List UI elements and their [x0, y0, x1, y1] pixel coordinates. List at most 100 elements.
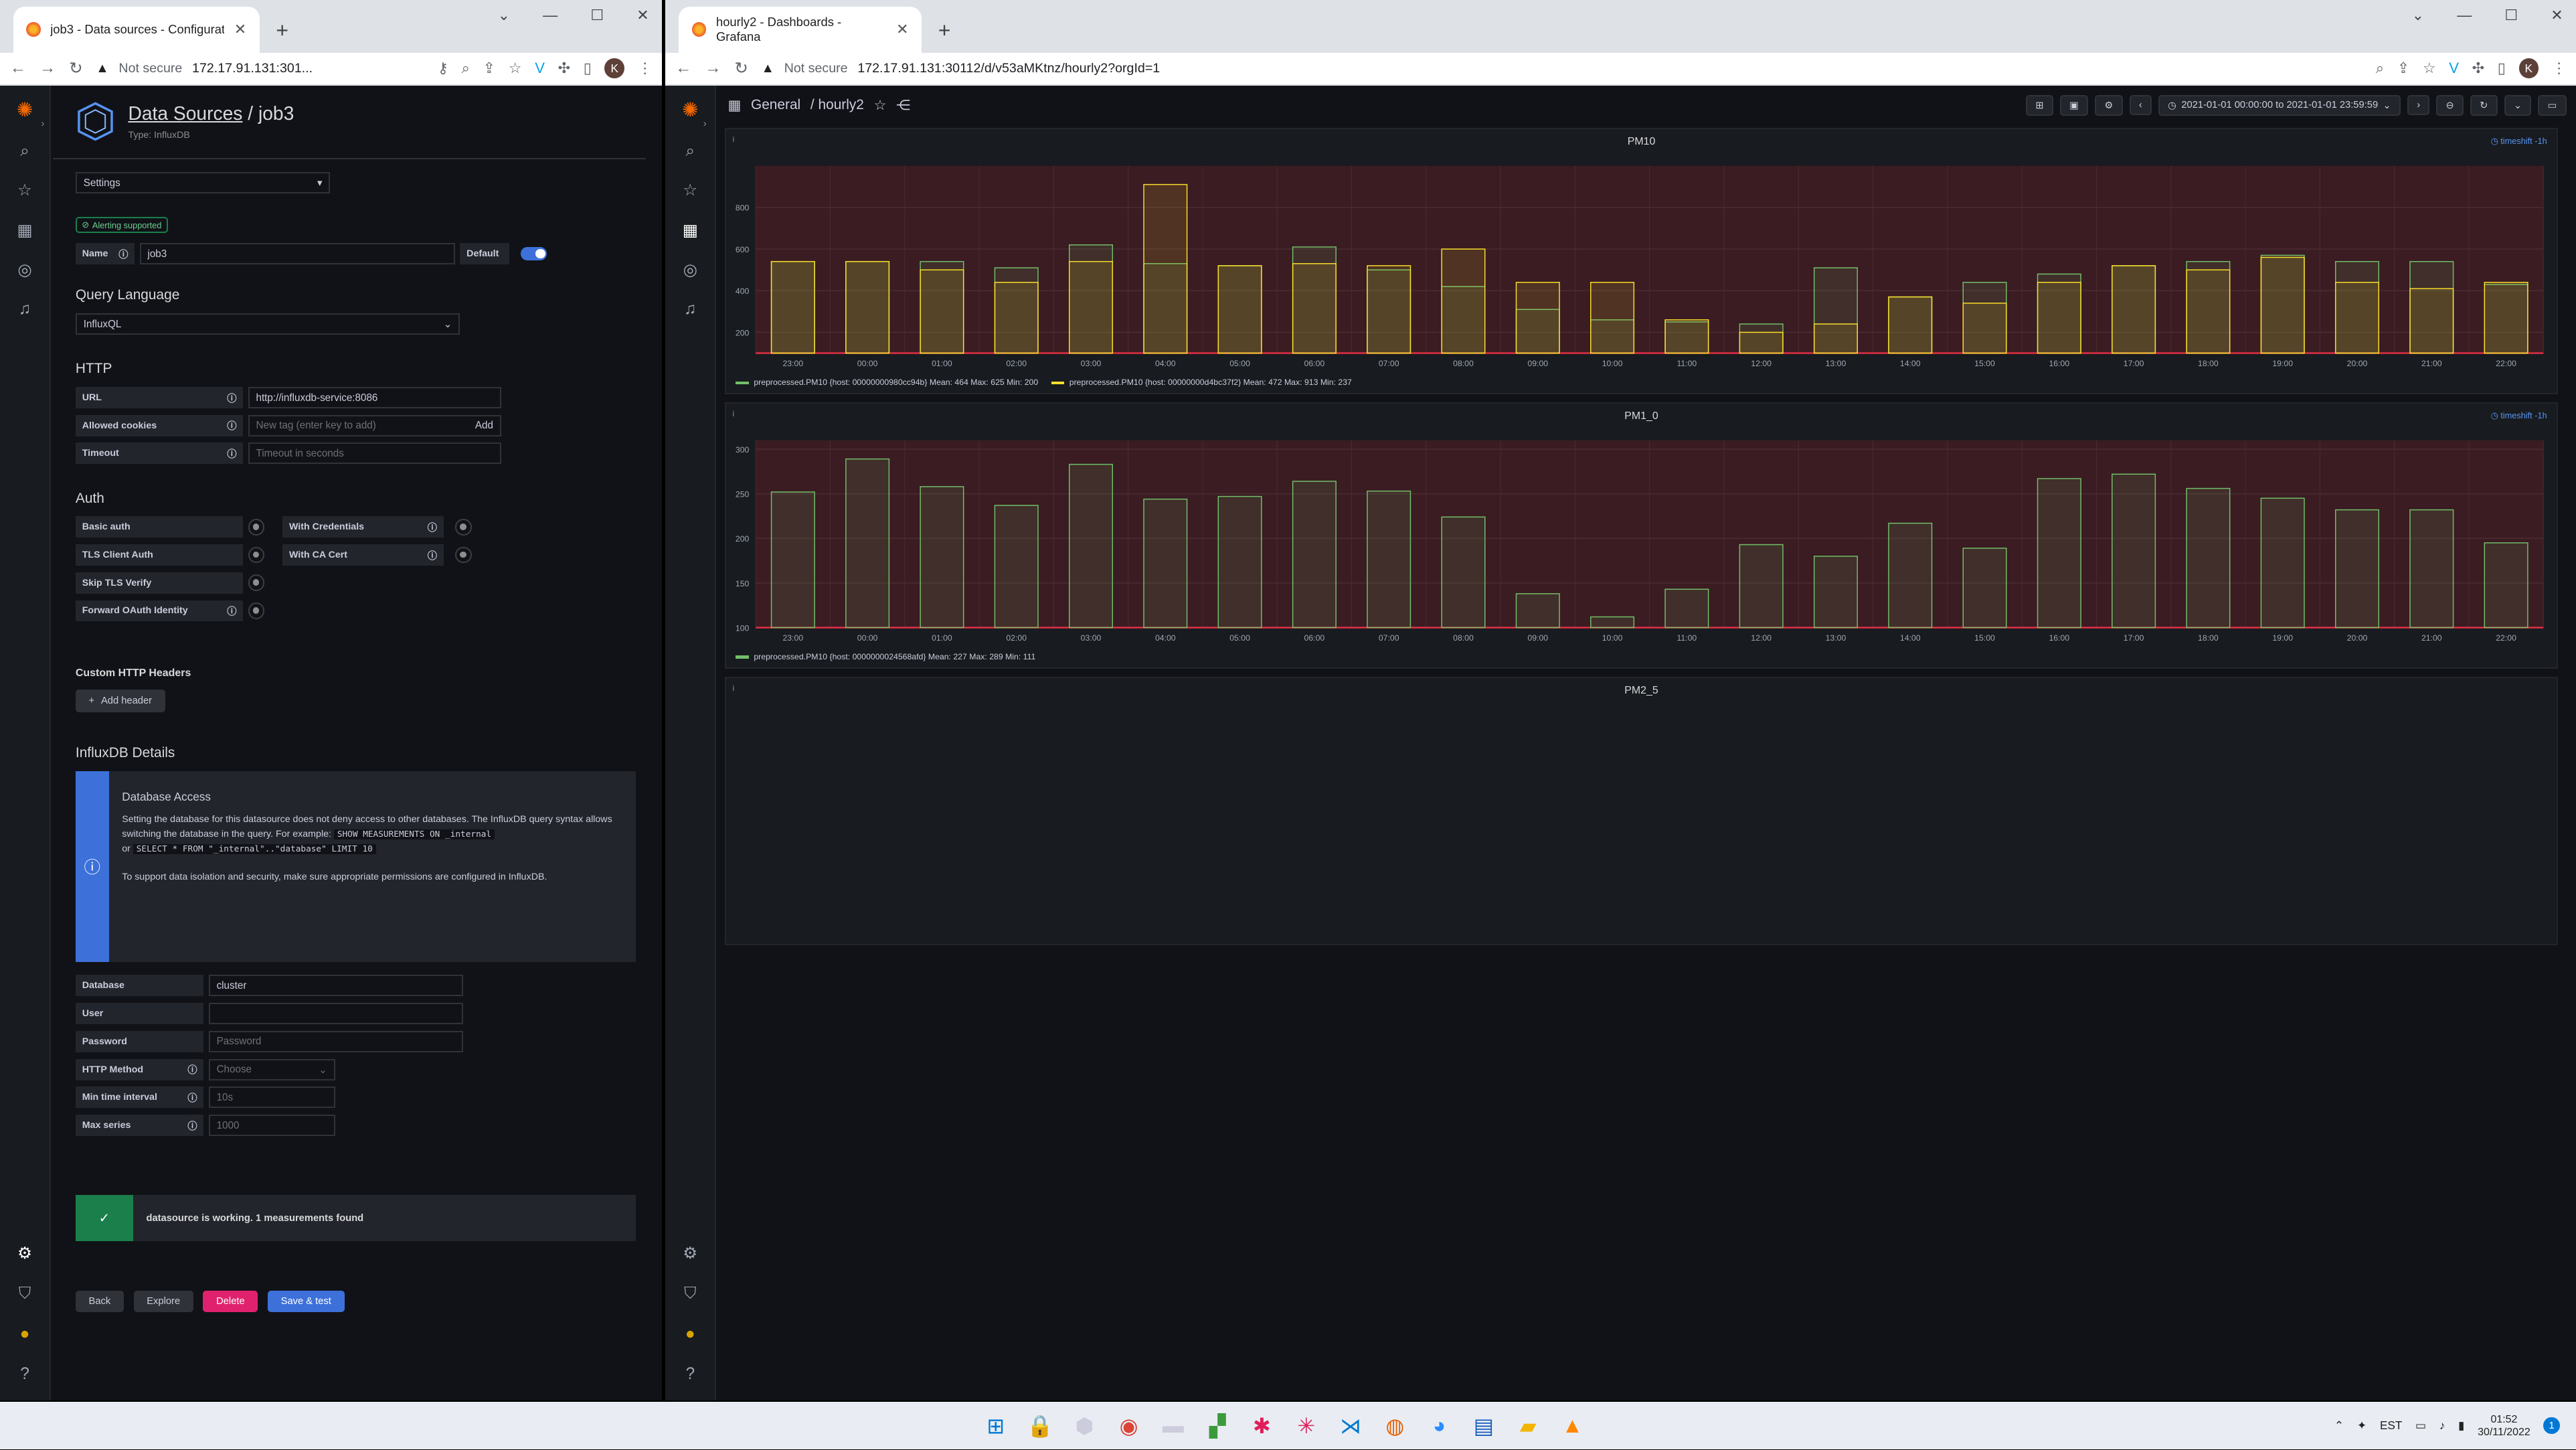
bar-series-b[interactable] [1217, 265, 1262, 354]
battery-icon[interactable]: ▮ [2458, 1419, 2464, 1433]
bar-series-a[interactable] [2484, 542, 2528, 629]
puzzle-icon[interactable]: ✣ [558, 60, 571, 77]
star-icon[interactable]: ☆ [874, 97, 887, 114]
reload-icon[interactable]: ↻ [69, 58, 83, 78]
close-window-icon[interactable]: ✕ [636, 7, 649, 24]
bar-series-a[interactable] [1515, 592, 1560, 629]
clock[interactable]: 01:52 30/11/2022 [2478, 1413, 2530, 1439]
new-tab-button[interactable]: + [938, 18, 951, 43]
lock-app-icon[interactable]: 🔒 [1019, 1408, 1061, 1444]
url-input[interactable]: http://influxdb-service:8086 [248, 387, 501, 408]
slack-alt-icon[interactable]: ✳ [1285, 1408, 1328, 1444]
bar-series-a[interactable] [1366, 490, 1411, 629]
max-series-input[interactable]: 1000 [208, 1115, 335, 1136]
zoom-icon[interactable]: ⌕ [2376, 60, 2384, 77]
bar-series-b[interactable] [1068, 260, 1113, 354]
time-picker[interactable]: ◷ 2021-01-01 00:00:00 to 2021-01-01 23:59… [2158, 94, 2401, 116]
bar-series-a[interactable] [1887, 522, 1932, 629]
save-test-button[interactable]: Save & test [268, 1290, 345, 1312]
bar-series-b[interactable] [1813, 323, 1858, 354]
file-explorer-icon[interactable]: ▰ [1507, 1408, 1549, 1444]
tls-client-auth-switch[interactable] [248, 546, 265, 564]
menu-icon[interactable]: ⋮ [638, 60, 653, 77]
password-input[interactable]: Password [208, 1030, 464, 1052]
delete-button[interactable]: Delete [203, 1290, 258, 1312]
bar-series-a[interactable] [2260, 497, 2305, 629]
alerting-icon[interactable]: ♫ [13, 300, 36, 319]
bar-series-a[interactable] [2111, 473, 2156, 629]
bar-series-b[interactable] [1590, 281, 1634, 354]
puzzle-icon[interactable]: ✣ [2472, 60, 2485, 77]
help-icon[interactable]: ? [13, 1365, 36, 1384]
breadcrumb-dashboard[interactable]: / hourly2 [810, 97, 864, 113]
star-icon[interactable]: ☆ [509, 60, 522, 77]
bar-series-a[interactable] [2409, 509, 2454, 629]
close-tab-icon[interactable]: ✕ [896, 21, 909, 38]
panel-pm2-5[interactable]: i PM2_5 [724, 677, 2559, 945]
speaker-icon[interactable]: ♪ [2439, 1419, 2445, 1433]
shift-back-icon[interactable]: ‹ [2129, 95, 2152, 116]
starred-icon[interactable]: ☆ [679, 180, 701, 200]
chevron-down-icon[interactable]: ⌄ [498, 7, 511, 24]
bar-series-b[interactable] [1887, 296, 1932, 354]
slack-icon[interactable]: ✱ [1241, 1408, 1284, 1444]
chart-app-icon[interactable]: ▞ [1196, 1408, 1239, 1444]
with-ca-cert-switch[interactable] [454, 546, 472, 564]
minimize-icon[interactable]: — [543, 7, 557, 24]
name-input[interactable]: job3 [139, 243, 455, 265]
legend-item[interactable]: preprocessed.PM10 {host: 00000000d4bc37f… [1051, 378, 1352, 387]
terminal-icon[interactable]: ▬ [1152, 1408, 1195, 1444]
expand-sidebar-icon[interactable]: › [41, 118, 44, 129]
dashboards-icon[interactable]: ▦ [679, 220, 701, 240]
tray-chevron-icon[interactable]: ⌃ [2334, 1419, 2344, 1433]
back-icon[interactable]: ← [675, 59, 692, 78]
bar-series-a[interactable] [1962, 547, 2007, 629]
tv-mode-icon[interactable]: ▭ [2538, 94, 2567, 116]
panel-pm10[interactable]: i PM10 ◷ timeshift -1h 200 400 600 800 23:00… [724, 128, 2559, 395]
bar-series-b[interactable] [1366, 265, 1411, 354]
browser-tab[interactable]: hourly2 - Dashboards - Grafana ✕ [678, 6, 922, 53]
bar-series-a[interactable] [770, 491, 815, 629]
bar-series-a[interactable] [1590, 616, 1634, 629]
bar-series-b[interactable] [2186, 269, 2231, 354]
back-icon[interactable]: ← [10, 59, 27, 78]
http-method-select[interactable]: Choose ⌄ [208, 1058, 335, 1080]
bar-series-a[interactable] [1217, 495, 1262, 629]
bar-series-b[interactable] [2111, 265, 2156, 354]
bar-series-a[interactable] [2186, 487, 2231, 629]
share-icon[interactable]: ⇪ [483, 60, 496, 77]
settings-select[interactable]: Settings ▾ [75, 172, 331, 194]
cookies-input[interactable]: New tag (enter key to add) Add [248, 414, 501, 436]
sidepanel-icon[interactable]: ▯ [2498, 60, 2506, 77]
query-language-select[interactable]: InfluxQL ⌄ [75, 313, 460, 335]
bar-series-a[interactable] [2037, 478, 2081, 629]
bar-series-a[interactable] [920, 486, 964, 629]
bar-series-a[interactable] [1739, 544, 1784, 629]
word-icon[interactable]: ▤ [1462, 1408, 1505, 1444]
windows-start-icon[interactable]: ⊞ [974, 1408, 1017, 1444]
bar-series-a[interactable] [1142, 498, 1187, 629]
bar-series-b[interactable] [2334, 281, 2379, 354]
cookies-add-button[interactable]: Add [475, 420, 493, 431]
shield-icon[interactable]: ⛉ [679, 1285, 701, 1303]
lang-indicator[interactable]: EST [2380, 1419, 2402, 1433]
reload-icon[interactable]: ↻ [734, 58, 748, 78]
bar-series-b[interactable] [920, 269, 964, 354]
minimize-icon[interactable]: — [2457, 7, 2472, 24]
forward-icon[interactable]: → [39, 59, 56, 78]
bar-series-a[interactable] [1813, 555, 1858, 629]
monitor-icon[interactable]: ▭ [2415, 1419, 2426, 1433]
refresh-interval-icon[interactable]: ⌄ [2504, 94, 2532, 116]
bar-series-a[interactable] [1292, 481, 1337, 629]
bar-series-b[interactable] [1441, 248, 1486, 354]
refresh-icon[interactable]: ↻ [2470, 94, 2498, 116]
bar-series-a[interactable] [1068, 463, 1113, 629]
menu-icon[interactable]: ⋮ [2552, 60, 2567, 77]
timeout-input[interactable]: Timeout in seconds [248, 442, 501, 465]
back-button[interactable]: Back [75, 1290, 124, 1312]
save-icon[interactable]: ▣ [2059, 94, 2089, 116]
help-icon[interactable]: ? [679, 1365, 701, 1384]
share-icon[interactable]: ⋲ [896, 97, 910, 114]
grafana-logo-icon[interactable]: ✺ [17, 98, 33, 122]
sidepanel-icon[interactable]: ▯ [584, 60, 592, 77]
